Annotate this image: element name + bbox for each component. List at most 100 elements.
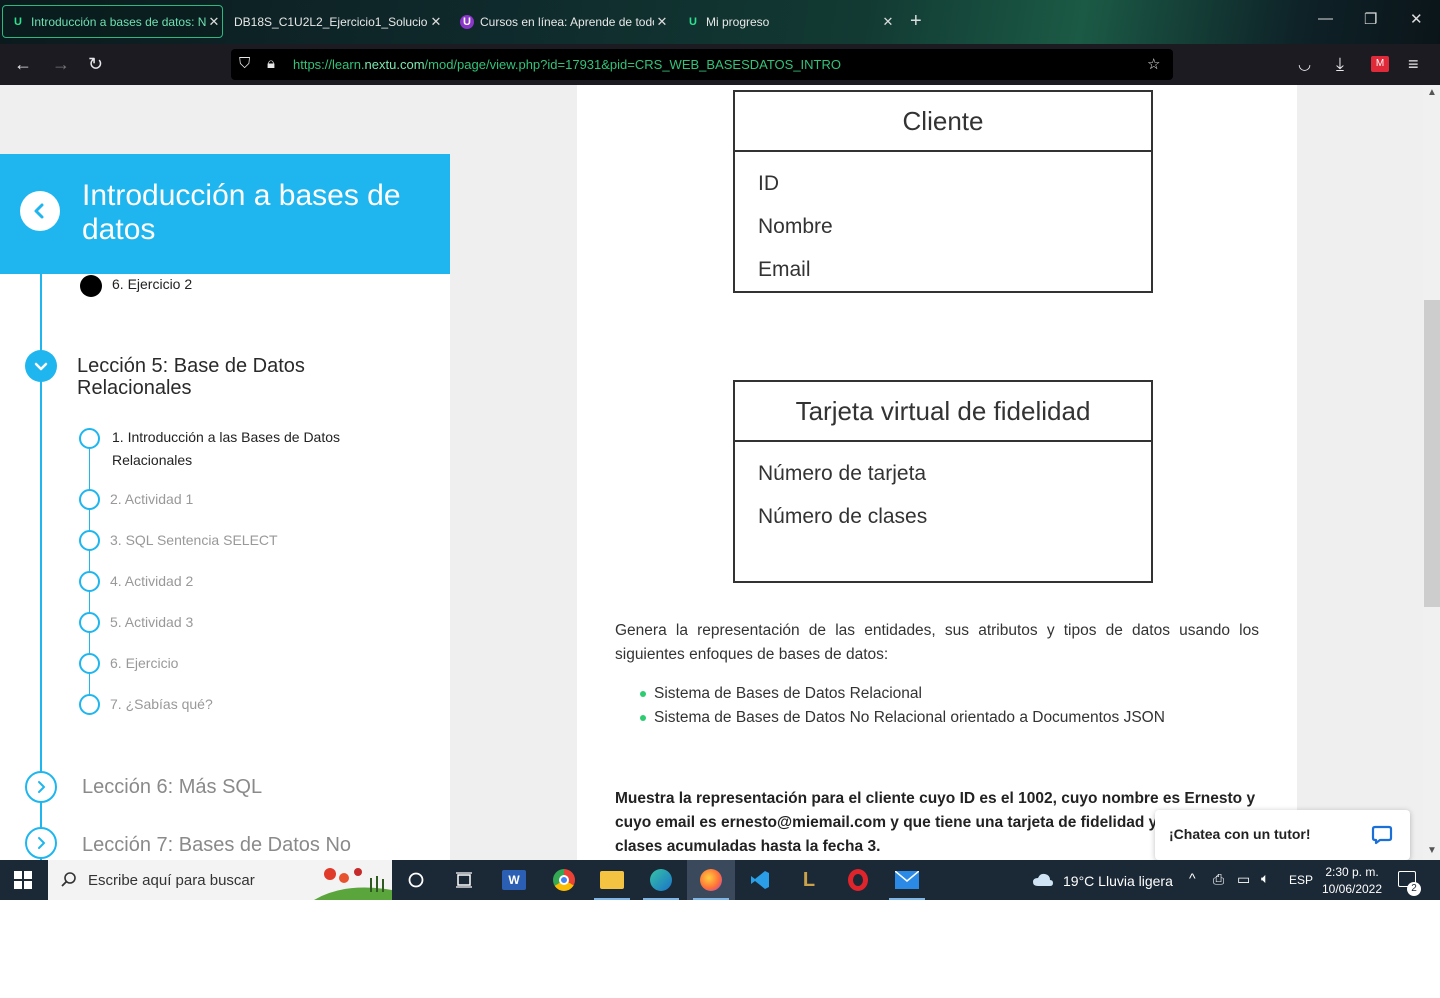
sidebar-item-sql-select[interactable]: 3. SQL Sentencia SELECT xyxy=(110,532,278,548)
chrome-app-icon[interactable] xyxy=(540,860,588,900)
lesson-7-toggle[interactable] xyxy=(25,827,57,859)
league-app-icon[interactable]: L xyxy=(785,860,833,900)
opera-app-icon[interactable] xyxy=(834,860,882,900)
url-bar[interactable]: ⛉ 🔒︎ https://learn.nextu.com/mod/page/vi… xyxy=(231,49,1173,80)
word-glyph-icon: W xyxy=(502,870,526,890)
lock-icon[interactable]: 🔒︎ xyxy=(267,55,275,72)
close-window-icon[interactable]: ✕ xyxy=(1410,10,1423,28)
browser-nav-bar: ← → ↻ ⛉ 🔒︎ https://learn.nextu.com/mod/p… xyxy=(0,44,1440,85)
tab-mi-progreso[interactable]: U Mi progreso ✕ xyxy=(678,5,896,38)
entity-attribute: Email xyxy=(758,258,811,281)
reload-icon[interactable]: ↻ xyxy=(88,54,103,75)
sidebar-item-actividad-3[interactable]: 5. Actividad 3 xyxy=(110,614,193,630)
windows-start-icon[interactable] xyxy=(14,871,32,889)
sidebar-item-ejercicio-2[interactable]: 6. Ejercicio 2 xyxy=(112,276,192,292)
mail-app-icon[interactable] xyxy=(883,860,931,900)
back-arrow-icon[interactable]: ← xyxy=(14,54,32,75)
firefox-glyph-icon xyxy=(700,869,722,891)
network-icon[interactable]: ▭ xyxy=(1237,871,1250,888)
nextu-favicon-icon: U xyxy=(689,15,697,28)
bookmark-star-icon[interactable]: ☆ xyxy=(1147,55,1160,73)
show-hidden-icons-icon[interactable]: ^ xyxy=(1189,870,1196,886)
edge-app-icon[interactable] xyxy=(637,860,685,900)
file-explorer-icon[interactable] xyxy=(588,860,636,900)
browser-tab-bar: U Introducción a bases de datos: Ne ✕ DB… xyxy=(0,0,1440,44)
sub-item-circle xyxy=(79,489,100,510)
running-indicator xyxy=(693,898,729,900)
clock[interactable]: 2:30 p. m. 10/06/2022 xyxy=(1318,864,1386,898)
shield-icon[interactable]: ⛉ xyxy=(239,55,250,72)
sidebar-item-sabias-que[interactable]: 7. ¿Sabías qué? xyxy=(110,696,213,712)
entity-attribute: ID xyxy=(758,172,779,195)
folder-glyph-icon xyxy=(600,871,624,889)
course-title: Introducción a bases de datos xyxy=(82,179,401,246)
running-indicator xyxy=(889,898,925,900)
purple-favicon-icon: U xyxy=(460,14,474,29)
download-icon[interactable]: ⤓ xyxy=(1336,54,1344,75)
entity-attribute: Número de tarjeta xyxy=(758,462,927,485)
sub-item-circle xyxy=(79,694,100,715)
taskbar-search[interactable]: Escribe aquí para buscar xyxy=(48,860,392,900)
vscode-app-icon[interactable] xyxy=(736,860,784,900)
task-view-icon[interactable] xyxy=(440,860,488,900)
sub-item-circle xyxy=(79,530,100,551)
sub-item-circle xyxy=(79,653,100,674)
tab-introduccion[interactable]: U Introducción a bases de datos: Ne ✕ xyxy=(2,5,223,38)
chat-bubble-icon[interactable] xyxy=(1371,824,1393,846)
lesson-5-title[interactable]: Lección 5: Base de Datos Relacionales xyxy=(77,355,377,399)
notification-count: 2 xyxy=(1407,882,1421,896)
tab-ejercicio-solucion[interactable]: DB18S_C1U2L2_Ejercicio1_Solucion ✕ xyxy=(226,5,444,38)
page-viewport: Introducción a bases de datos 6. Ejercic… xyxy=(0,85,1440,860)
url-domain: nextu.com xyxy=(364,57,425,72)
sidebar-item-introduccion[interactable]: 1. Introducción a las Bases de Datos Rel… xyxy=(112,426,372,472)
mail-glyph-icon xyxy=(895,871,919,889)
firefox-app-icon[interactable] xyxy=(687,860,735,900)
sidebar-item-actividad-2[interactable]: 4. Actividad 2 xyxy=(110,573,193,589)
close-tab-icon[interactable]: ✕ xyxy=(428,14,444,30)
weather-cloud-icon[interactable] xyxy=(1032,872,1054,888)
sidebar-item-ejercicio[interactable]: 6. Ejercicio xyxy=(110,655,178,671)
scroll-up-icon[interactable]: ▲ xyxy=(1427,87,1437,98)
weather-text[interactable]: 19°C Lluvia ligera xyxy=(1063,873,1173,889)
close-tab-icon[interactable]: ✕ xyxy=(206,14,222,30)
chat-label[interactable]: ¡Chatea con un tutor! xyxy=(1169,826,1311,842)
volume-icon[interactable]: 🔈︎ xyxy=(1261,870,1269,887)
scroll-down-icon[interactable]: ▼ xyxy=(1427,845,1437,856)
maximize-icon[interactable]: ❐ xyxy=(1364,10,1377,28)
tab-cursos-en-linea[interactable]: U Cursos en línea: Aprende de todo ✕ xyxy=(452,5,670,38)
clock-date: 10/06/2022 xyxy=(1321,882,1383,896)
url-text[interactable]: https://learn.nextu.com/mod/page/view.ph… xyxy=(293,57,841,72)
cortana-circle-icon xyxy=(408,872,424,888)
extension-icon[interactable]: M xyxy=(1371,56,1389,72)
chevron-down-icon xyxy=(34,362,48,371)
task-view-glyph-icon xyxy=(456,872,472,888)
course-header: Introducción a bases de datos xyxy=(0,154,450,274)
word-app-icon[interactable]: W xyxy=(490,860,538,900)
menu-hamburger-icon[interactable]: ≡ xyxy=(1408,54,1419,75)
lesson-6-toggle[interactable] xyxy=(25,771,57,803)
bullet-dot-icon xyxy=(640,690,646,697)
instructions-paragraph: Genera la representación de las entidade… xyxy=(615,622,1259,663)
sidebar-item-actividad-1[interactable]: 2. Actividad 1 xyxy=(110,491,193,507)
meet-now-icon[interactable]: ⎙ xyxy=(1213,871,1224,888)
close-tab-icon[interactable]: ✕ xyxy=(880,14,896,30)
language-indicator[interactable]: ESP xyxy=(1289,873,1313,887)
back-button[interactable] xyxy=(20,191,60,231)
chat-widget[interactable]: ¡Chatea con un tutor! xyxy=(1155,810,1410,860)
lesson-6-title[interactable]: Lección 6: Más SQL xyxy=(82,776,262,799)
bullet-item: Sistema de Bases de Datos Relacional xyxy=(640,685,922,703)
lesson-5-toggle[interactable] xyxy=(25,350,57,382)
entity-name: Cliente xyxy=(735,92,1151,152)
sub-item-circle xyxy=(79,612,100,633)
chevron-left-icon xyxy=(34,203,44,219)
new-tab-plus-icon[interactable]: + xyxy=(910,10,922,33)
cortana-icon[interactable] xyxy=(392,860,440,900)
entity-name: Tarjeta virtual de fidelidad xyxy=(735,382,1151,442)
pocket-icon[interactable]: ◡ xyxy=(1298,55,1311,73)
forward-arrow-icon[interactable]: → xyxy=(52,54,70,75)
scrollbar-thumb[interactable] xyxy=(1424,300,1440,607)
minimize-icon[interactable]: — xyxy=(1318,10,1333,27)
close-tab-icon[interactable]: ✕ xyxy=(654,14,670,30)
lesson-7-title[interactable]: Lección 7: Bases de Datos No Relacionale… xyxy=(82,832,382,860)
edge-glyph-icon xyxy=(650,869,672,891)
